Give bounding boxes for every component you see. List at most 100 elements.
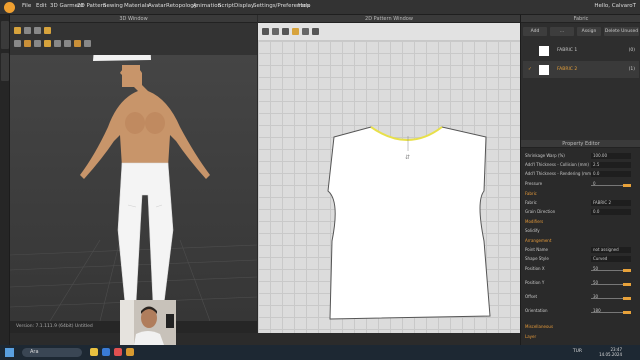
pattern-canvas[interactable]: ⇵: [258, 41, 520, 333]
menu-2d-pattern[interactable]: 2D Pattern: [77, 3, 106, 9]
fabric-panel: Fabric Add ... Assign Delete Unused FABR…: [521, 15, 640, 140]
menu-animation[interactable]: Animation: [193, 3, 221, 9]
input-language[interactable]: TUR: [573, 349, 582, 354]
app-logo-icon: [4, 2, 15, 13]
prop-value[interactable]: 2.5: [591, 162, 631, 168]
property-editor-title: Property Editor: [521, 140, 640, 148]
prop-row: Add'l Thickness - Rendering (mm) 0.0: [525, 170, 637, 178]
3d-viewport-scene[interactable]: [10, 55, 257, 321]
start-icon[interactable]: [5, 348, 14, 357]
rectangle-tool-icon[interactable]: [302, 28, 309, 35]
prop-label: Position Y: [525, 280, 545, 285]
menu-edit[interactable]: Edit: [36, 3, 47, 9]
prop-value[interactable]: 0.0: [591, 209, 631, 215]
property-editor: Property Editor Shrinkage Warp (%) 100.00…: [521, 140, 640, 345]
menu-materials[interactable]: Materials: [124, 3, 149, 9]
3d-window-title: 3D Window: [10, 15, 257, 23]
prop-value[interactable]: 0.0: [591, 171, 631, 177]
prop-label: Add'l Thickness - Collision (mm): [525, 162, 589, 167]
section-layer[interactable]: Layer: [525, 333, 637, 341]
move-tool-icon[interactable]: [24, 27, 31, 34]
prop-label: Shrinkage Warp (%): [525, 153, 565, 158]
taskbar-clo-icon[interactable]: [126, 348, 134, 356]
windows-taskbar: Ara TUR 23:47 14.05.2024: [0, 345, 640, 360]
circle-tool-icon[interactable]: [312, 28, 319, 35]
select-tool-icon[interactable]: [14, 27, 21, 34]
offset-slider[interactable]: [591, 297, 631, 300]
camera-icon[interactable]: [64, 40, 71, 47]
gear-icon[interactable]: [54, 40, 61, 47]
user-greeting[interactable]: Hello, CalvaroT: [594, 3, 636, 9]
menu-script[interactable]: Script: [218, 3, 234, 9]
fabric-item-2[interactable]: ✓ FABRIC 2 (1): [523, 61, 639, 78]
2d-toolbar: [258, 23, 520, 41]
taskbar-clock[interactable]: 23:47 14.05.2024: [599, 347, 622, 357]
measure-tool-icon[interactable]: [44, 40, 51, 47]
taskbar-app-icon[interactable]: [114, 348, 122, 356]
webcam-person-image: [120, 300, 176, 345]
side-tab-library[interactable]: [1, 21, 9, 49]
section-modifiers[interactable]: Modifiers: [525, 218, 637, 226]
fabric-delete-unused-button[interactable]: Delete Unused: [604, 27, 639, 36]
polygon-tool-icon[interactable]: [292, 28, 299, 35]
fabric-item-count: (1): [628, 67, 635, 72]
avatar-icon[interactable]: [84, 40, 91, 47]
taskbar-explorer-icon[interactable]: [90, 348, 98, 356]
texture-icon[interactable]: [74, 40, 81, 47]
prop-value[interactable]: not assigned: [591, 247, 631, 253]
pin-tool-icon[interactable]: [34, 27, 41, 34]
position-y-slider[interactable]: [591, 283, 631, 286]
3d-window[interactable]: 3D Window Version: 7.1.111.9 (64bit) Unt…: [10, 15, 257, 333]
simulate-icon[interactable]: [44, 27, 51, 34]
section-fabric[interactable]: Fabric: [525, 190, 637, 198]
clock-date: 14.05.2024: [599, 352, 622, 357]
taskbar-edge-icon[interactable]: [102, 348, 110, 356]
brush-tool-icon[interactable]: [24, 40, 31, 47]
menu-sewing[interactable]: Sewing: [103, 3, 123, 9]
prop-row: Grain Direction 0.0: [525, 208, 637, 216]
fabric-add-button[interactable]: Add: [523, 27, 547, 36]
tape-tool-icon[interactable]: [34, 40, 41, 47]
transform-tool-icon[interactable]: [262, 28, 269, 35]
prop-row: Position X 50: [525, 265, 637, 273]
prop-label: Position X: [525, 266, 545, 271]
fold-tool-icon[interactable]: [14, 40, 21, 47]
pressure-slider[interactable]: [591, 184, 631, 187]
section-miscellaneous[interactable]: Miscellaneous: [525, 323, 637, 331]
prop-row: Position Y 50: [525, 279, 637, 287]
prop-row: Pressure 0: [525, 180, 637, 188]
menu-avatar[interactable]: Avatar: [148, 3, 166, 9]
menu-display[interactable]: Display: [234, 3, 254, 9]
fabric-item-name: FABRIC 2: [557, 67, 578, 72]
fabric-select[interactable]: FABRIC 2: [591, 200, 631, 206]
check-icon: ✓: [528, 67, 532, 72]
prop-row: Orientation 180: [525, 307, 637, 315]
fabric-item-1[interactable]: FABRIC 1 (0): [523, 42, 639, 59]
menu-help[interactable]: Help: [298, 3, 311, 9]
menu-bar: File Edit 3D Garment 2D Pattern Sewing M…: [0, 0, 640, 15]
3d-toolbar: [10, 23, 257, 55]
fabric-swatch: [539, 65, 549, 75]
grainline-mark: ⇵: [405, 154, 410, 161]
3d-pattern-piece[interactable]: [93, 55, 151, 61]
prop-row: Fabric FABRIC 2: [525, 199, 637, 207]
prop-value[interactable]: Curved: [591, 256, 631, 262]
side-tab-object[interactable]: [1, 53, 9, 81]
orientation-slider[interactable]: [591, 311, 631, 314]
fabric-swatch: [539, 46, 549, 56]
zoom-icon[interactable]: [282, 28, 289, 35]
2d-pattern-window[interactable]: 2D Pattern Window ⇵: [258, 15, 520, 333]
fabric-more-button[interactable]: ...: [550, 27, 574, 36]
prop-row: Add'l Thickness - Collision (mm) 2.5: [525, 161, 637, 169]
edit-pattern-icon[interactable]: [272, 28, 279, 35]
prop-label: Fabric: [525, 200, 537, 205]
prop-label: Solidify: [525, 228, 540, 233]
prop-label: Point Name: [525, 247, 549, 252]
fabric-assign-button[interactable]: Assign: [577, 27, 601, 36]
menu-file[interactable]: File: [22, 3, 31, 9]
taskbar-search[interactable]: Ara: [22, 348, 82, 357]
section-arrangement[interactable]: Arrangement: [525, 237, 637, 245]
prop-value[interactable]: 100.00: [591, 153, 631, 159]
position-x-slider[interactable]: [591, 269, 631, 272]
prop-row: Offset 30: [525, 293, 637, 301]
